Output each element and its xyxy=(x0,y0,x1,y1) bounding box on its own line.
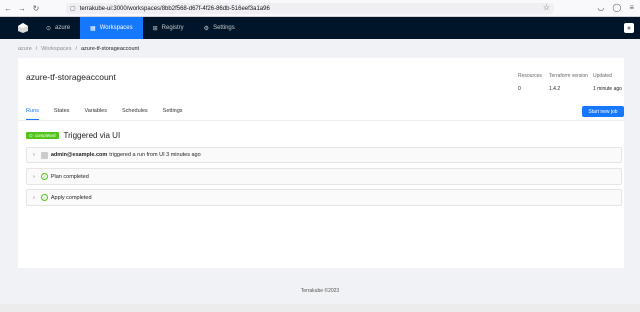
breadcrumb-separator: / xyxy=(75,46,77,52)
menu-icon[interactable]: ≡ xyxy=(629,3,634,12)
workspace-tabs: Runs States Variables Schedules Settings xyxy=(26,108,183,114)
settings-icon: ⚙ xyxy=(203,25,210,32)
trigger-panel[interactable]: › admin@example.com triggered a run from… xyxy=(26,147,622,163)
url-text: terrakube-ui:3000/workspaces/8bb2f568-d6… xyxy=(79,5,270,12)
user-icon: ● xyxy=(626,24,632,32)
breadcrumb-org[interactable]: azure xyxy=(18,46,32,52)
menu-workspaces-label: Workspaces xyxy=(99,25,133,31)
status-badge-label: completed xyxy=(34,133,56,138)
org-icon: ⊙ xyxy=(46,25,52,32)
menu-settings-label: Settings xyxy=(213,25,235,31)
trigger-user: admin@example.com xyxy=(50,152,108,158)
meta-label: Updated xyxy=(593,73,612,79)
registry-icon: ⊞ xyxy=(152,25,158,32)
forward-icon[interactable]: → xyxy=(16,2,28,14)
browser-toolbar: ← → ↻ ▢ terrakube-ui:3000/workspaces/8bb… xyxy=(0,0,640,17)
plan-status: Plan completed xyxy=(50,173,89,180)
tab-runs[interactable]: Runs xyxy=(26,108,39,114)
breadcrumb-current: azure-tf-storageaccount xyxy=(81,46,140,52)
workspaces-icon: ▦ xyxy=(90,25,96,32)
app-header: ⊙ azure ▦ Workspaces ⊞ Registry ⚙ Settin… xyxy=(0,17,640,39)
chevron-right-icon[interactable]: › xyxy=(33,152,35,158)
url-bar[interactable]: ▢ terrakube-ui:3000/workspaces/8bb2f568-… xyxy=(66,3,554,14)
menu-registry-label: Registry xyxy=(161,25,184,31)
chevron-right-icon[interactable]: › xyxy=(33,174,35,180)
run-title: Triggered via UI xyxy=(63,131,121,140)
apply-panel[interactable]: › ✓ Apply completed xyxy=(26,189,622,206)
user-avatar-small xyxy=(40,151,48,159)
meta-resources: Resources 0 xyxy=(518,73,542,92)
back-icon[interactable]: ← xyxy=(2,2,14,14)
active-tab-indicator xyxy=(26,119,39,120)
workspace-card: azure-tf-storageaccount Resources 0 Terr… xyxy=(18,58,624,268)
reload-icon[interactable]: ↻ xyxy=(30,2,42,14)
start-new-job-button[interactable]: Start new job xyxy=(582,106,624,117)
meta-label: Resources xyxy=(518,73,542,79)
meta-value: 0 xyxy=(518,86,521,92)
org-selector[interactable]: ⊙ azure xyxy=(36,17,80,39)
page-icon: ▢ xyxy=(70,6,76,12)
plan-panel[interactable]: › ✓ Plan completed xyxy=(26,168,622,185)
menu-registry[interactable]: ⊞ Registry xyxy=(143,17,194,39)
trigger-text: triggered a run from UI 3 minutes ago xyxy=(109,152,201,158)
meta-label: Terraform version xyxy=(549,73,588,79)
tab-settings[interactable]: Settings xyxy=(163,108,183,114)
user-avatar[interactable]: ● xyxy=(624,23,634,33)
meta-value: 1.4.2 xyxy=(549,86,561,92)
tab-states[interactable]: States xyxy=(54,108,70,114)
menu-workspaces[interactable]: ▦ Workspaces xyxy=(80,17,143,39)
status-badge: ⊙ completed xyxy=(26,132,59,139)
pocket-icon[interactable]: ◡ xyxy=(597,3,604,12)
run-status-row: ⊙ completed Triggered via UI xyxy=(26,131,120,140)
chevron-right-icon[interactable]: › xyxy=(33,195,35,201)
breadcrumb: azure / Workspaces / azure-tf-storageacc… xyxy=(18,46,139,52)
bookmark-star-icon[interactable]: ☆ xyxy=(543,3,550,12)
meta-terraform-version: Terraform version 1.4.2 xyxy=(549,73,588,92)
breadcrumb-workspaces[interactable]: Workspaces xyxy=(41,46,71,52)
bottom-strip xyxy=(0,304,640,312)
meta-updated: Updated 1 minute ago xyxy=(593,73,622,92)
terrakube-logo-icon[interactable] xyxy=(18,23,28,33)
tab-divider xyxy=(18,120,624,121)
apply-status: Apply completed xyxy=(50,194,92,201)
footer: Terrakube ©2023 xyxy=(300,288,340,294)
tab-variables[interactable]: Variables xyxy=(84,108,107,114)
tab-schedules[interactable]: Schedules xyxy=(122,108,148,114)
check-circle-icon: ✓ xyxy=(40,173,48,180)
meta-value: 1 minute ago xyxy=(593,86,622,92)
breadcrumb-separator: / xyxy=(35,46,38,52)
account-icon[interactable]: ◯ xyxy=(612,3,621,12)
check-circle-icon: ✓ xyxy=(40,194,48,201)
menu-settings[interactable]: ⚙ Settings xyxy=(194,17,245,39)
org-label: azure xyxy=(55,25,71,31)
check-circle-icon: ⊙ xyxy=(29,132,33,138)
workspace-title: azure-tf-storageaccount xyxy=(26,72,116,82)
